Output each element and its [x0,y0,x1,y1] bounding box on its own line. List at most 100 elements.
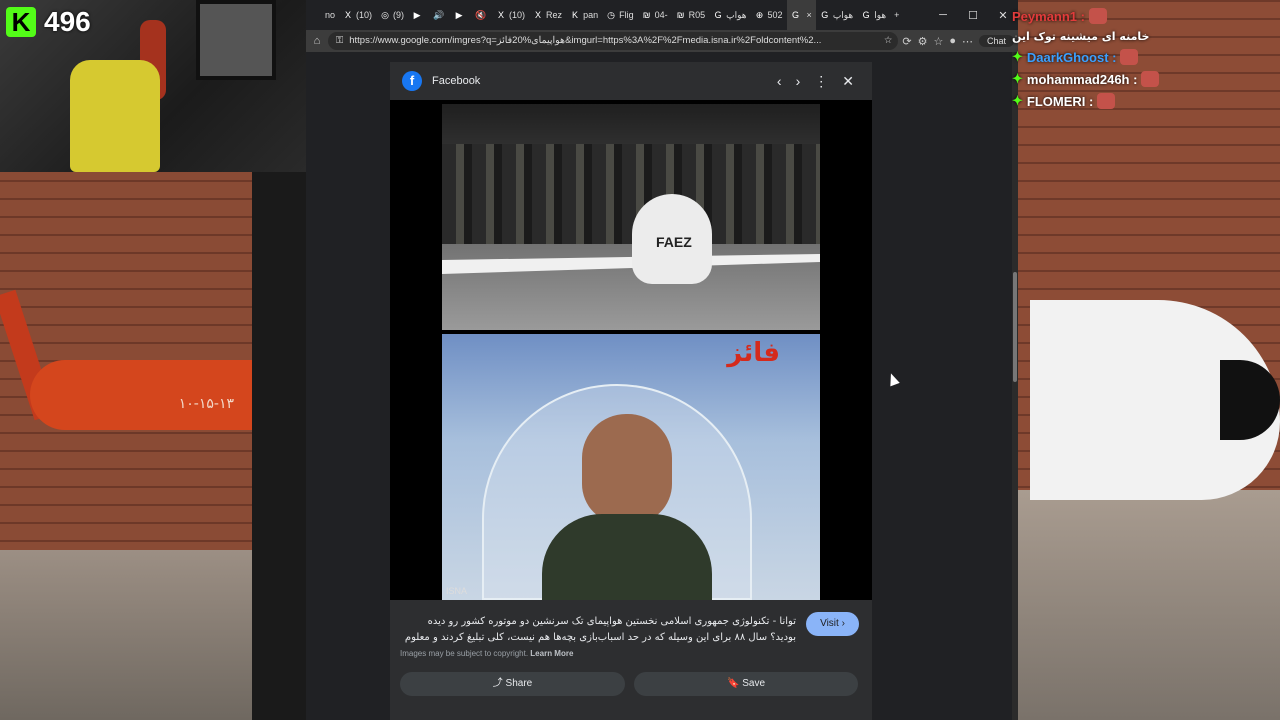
tab-label: هوا [874,9,887,20]
home-icon[interactable]: ⌂ [306,35,328,47]
tab-favicon-icon: ◎ [381,10,389,20]
tab-bar: no X (10) ◎ (9) ▶ 🔊 ▶ 🔇 X (10) X Rez Kpan ◷ Flig ₪ 04- ₪ R0… [306,0,1018,30]
pilot-uniform [542,514,712,600]
image-preview-panel: f Facebook ‹ › ⋮ ✕ FAEZ فائز ISNA توانا … [390,62,872,720]
stream-chat: Peymann1 : خامنه ای میشینه توک این ✦ DaarkG… [1012,8,1280,115]
source-name[interactable]: Facebook [432,75,480,87]
browser-tab[interactable]: G هواپ [709,0,750,30]
facebook-icon: f [402,71,422,91]
copilot-chat-button[interactable]: Chat [978,35,1014,47]
browser-tab[interactable]: 🔊 [429,0,450,30]
bookmark-icon: 🔖 [726,678,740,689]
browser-tab[interactable]: ⊕ 502 [751,0,787,30]
helicopter-left: ۱۰-۱۵-۱۳ [30,360,252,430]
preview-image[interactable]: FAEZ فائز ISNA [390,100,872,600]
browser-tab[interactable]: ₪ 04- [638,0,672,30]
image-title-fa: فائز [727,338,780,368]
favorites-icon[interactable]: ☆ [933,35,943,48]
wall-frame [196,0,276,80]
close-icon[interactable]: ✕ [842,73,854,90]
more-options-icon[interactable]: ⋮ [814,73,828,90]
kick-badge: K 496 [6,6,91,38]
tab-close-icon[interactable]: × [807,10,812,20]
browser-tab[interactable]: G هوا [857,0,890,30]
site-info-icon[interactable]: ⚿ [336,32,343,50]
save-button[interactable]: 🔖 Save [634,672,858,696]
browser-tab[interactable]: ▶ [408,0,429,30]
new-tab-button[interactable]: + [890,0,903,30]
tab-favicon-icon: X [498,10,505,20]
profile-icon[interactable]: ● [949,35,956,47]
kick-logo-icon: K [6,7,36,37]
tab-label: (10) [509,10,526,20]
tab-label: (10) [356,10,373,20]
tab-label: Rez [546,10,563,20]
address-bar[interactable]: ⚿ https://www.google.com/imgres?q=هواپیم… [328,32,899,50]
scrollbar-thumb[interactable] [1013,272,1017,382]
tab-favicon-icon: K [572,10,579,20]
gaming-chair [70,60,160,172]
browser-tab[interactable]: ₪ R05 [672,0,710,30]
browser-window: no X (10) ◎ (9) ▶ 🔊 ▶ 🔇 X (10) X Rez Kpan ◷ Flig ₪ 04- ₪ R0… [306,0,1018,720]
chat-username[interactable]: Peymann1 : [1012,9,1085,24]
browser-tab[interactable]: G × [786,0,816,30]
address-row: ⌂ ⚿ https://www.google.com/imgres?q=هواپ… [306,30,1018,52]
browser-tab[interactable]: X Rez [529,0,566,30]
photo-bottom: فائز ISNA [442,334,820,600]
copyright-note: Images may be subject to copyright. Lear… [400,649,574,658]
browser-tab[interactable]: G هواپ [816,0,857,30]
browser-tab[interactable]: Kpan [566,0,602,30]
visit-button[interactable]: Visit › [806,612,859,636]
chat-emote-icon [1120,49,1139,65]
chat-emote-icon [1097,93,1116,109]
url-text: https://www.google.com/imgres?q=هواپیمای… [349,35,822,46]
browser-tab[interactable]: X (10) [492,0,529,30]
tab-favicon-icon: ▶ [413,10,421,20]
learn-more-link[interactable]: Learn More [530,649,573,658]
panel-header: f Facebook ‹ › ⋮ ✕ [390,62,872,100]
tab-label: (9) [393,10,405,20]
tab-favicon-icon: 🔊 [433,10,445,20]
tab-label: 502 [767,10,783,20]
tab-favicon-icon: G [714,10,722,20]
chat-username[interactable]: DaarkGhoost : [1027,50,1117,65]
browser-tab[interactable]: ▶ [450,0,471,30]
maximize-icon[interactable]: ☐ [958,9,988,22]
favorite-star-icon[interactable]: ☆ [884,32,893,50]
browser-tab[interactable]: no [308,0,339,30]
watermark: ISNA [446,586,468,596]
tab-favicon-icon: ◷ [607,10,616,20]
chat-badge-icon: ✦ [1012,93,1023,108]
browser-tab[interactable]: X (10) [339,0,376,30]
refresh-icon[interactable]: ⟳ [902,35,911,48]
chat-username[interactable]: mohammad246h : [1027,72,1138,87]
toolbar: ⟳ ⚙ ☆ ● ⋯ Chat [898,35,1018,48]
share-button[interactable]: ⤴ Share [400,672,625,696]
browser-tab[interactable]: 🔇 [471,0,492,30]
chat-message: Peymann1 : [1012,8,1280,24]
google-images-page: f Facebook ‹ › ⋮ ✕ FAEZ فائز ISNA توانا … [306,52,1012,720]
tab-favicon-icon: G [821,10,829,20]
scrollbar[interactable] [1012,52,1018,720]
plane-wing [442,254,820,274]
browser-tab[interactable]: ◎ (9) [376,0,408,30]
chat-message: خامنه ای میشینه توک این [1012,30,1280,43]
chat-username[interactable]: FLOMERI : [1027,94,1093,109]
tab-label: no [325,10,336,20]
more-icon[interactable]: ⋯ [962,35,973,48]
extensions-icon[interactable]: ⚙ [918,35,928,48]
browser-tab[interactable]: ◷ Flig [602,0,638,30]
prev-icon[interactable]: ‹ [777,73,782,90]
plane-text: FAEZ [656,234,692,250]
minimize-icon[interactable]: ─ [928,9,958,22]
tab-label: R05 [688,10,706,20]
tab-favicon-icon [312,10,322,20]
tab-favicon-icon: ₪ [642,10,651,20]
chat-text: خامنه ای میشینه توک این [1012,30,1150,43]
next-icon[interactable]: › [796,73,801,90]
window-controls: ─ ☐ ✕ [928,9,1018,22]
tab-favicon-icon: X [345,10,352,20]
photo-top: FAEZ [442,104,820,330]
tab-favicon-icon: X [535,10,542,20]
tab-label: Flig [619,10,634,20]
